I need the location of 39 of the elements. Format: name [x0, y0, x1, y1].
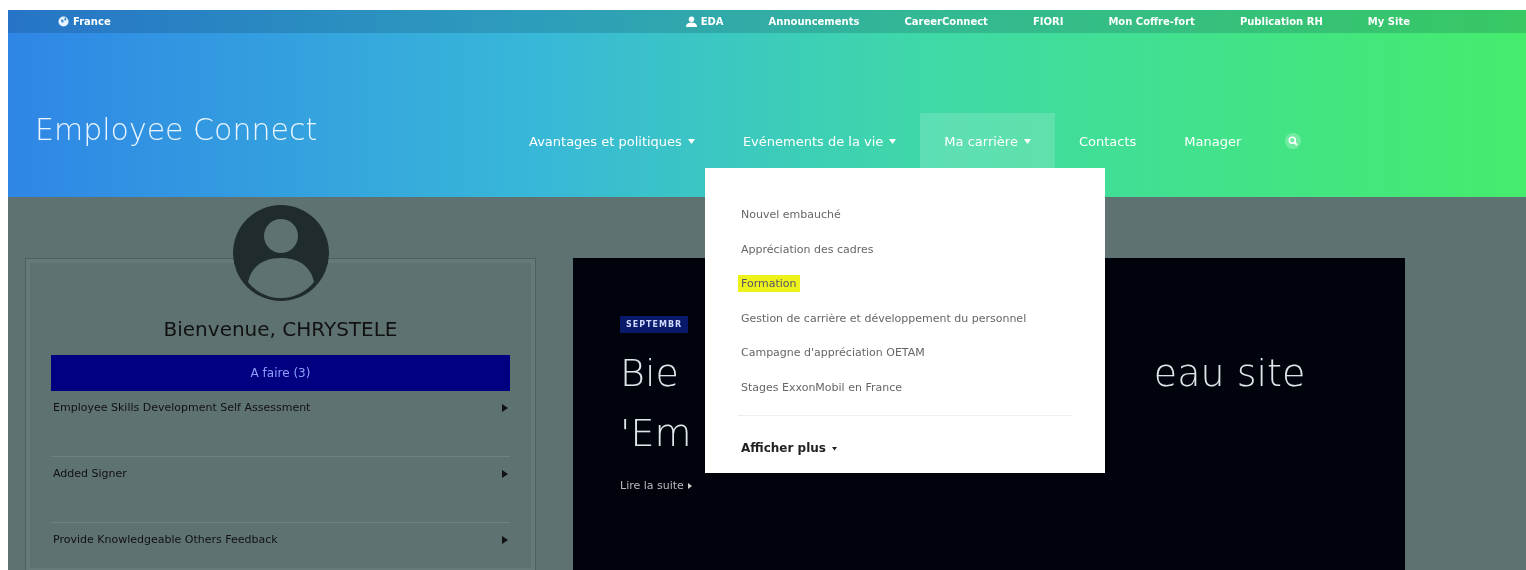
- top-link[interactable]: FIORI: [1032, 16, 1064, 27]
- top-link[interactable]: My Site: [1367, 16, 1410, 27]
- top-link[interactable]: CareerConnect: [904, 16, 988, 27]
- menu-item[interactable]: Campagne d'appréciation OETAM: [738, 344, 928, 361]
- caret-icon: [831, 445, 837, 451]
- menu-item[interactable]: Stages ExxonMobil en France: [738, 378, 905, 396]
- welcome-heading: Bienvenue, CHRYSTELE: [162, 317, 399, 341]
- task-link[interactable]: Employee Skills Development Self Assessment: [53, 401, 311, 414]
- chevron-icon: [502, 403, 508, 412]
- nav-item[interactable]: Evénements de la vie: [718, 113, 921, 197]
- todo-header[interactable]: A faire (3): [51, 355, 510, 391]
- top-link[interactable]: Publication RH: [1239, 16, 1323, 27]
- hero-title-fragment: 'Em: [620, 411, 692, 455]
- nav-item[interactable]: Avantages et politiques: [505, 113, 719, 197]
- hero-title-fragment: eau site: [1153, 351, 1306, 395]
- top-link[interactable]: Mon Coffre-fort: [1108, 16, 1195, 27]
- caret-icon: [687, 138, 695, 144]
- chevron-icon: [687, 482, 692, 489]
- user-link[interactable]: EDA: [685, 16, 724, 27]
- task-link[interactable]: Added Signer: [53, 467, 127, 480]
- hero-title-fragment: Bie: [620, 351, 679, 395]
- menu-item[interactable]: Gestion de carrière et développement du personnel: [738, 309, 1030, 327]
- user-icon: [685, 16, 697, 27]
- read-more-link[interactable]: Lire la suite: [620, 479, 692, 492]
- site-title[interactable]: Employee Connect: [8, 112, 505, 197]
- chevron-icon: [502, 469, 508, 478]
- menu-item[interactable]: Nouvel embauché: [738, 206, 844, 223]
- show-more-link[interactable]: Afficher plus: [738, 441, 837, 455]
- caret-icon: [1023, 138, 1031, 144]
- chevron-icon: [502, 535, 508, 544]
- top-link[interactable]: Announcements: [768, 16, 860, 27]
- date-tag: SEPTEMBR: [620, 316, 689, 333]
- task-link[interactable]: Provide Knowledgeable Others Feedback: [53, 533, 278, 546]
- caret-icon: [889, 138, 897, 144]
- menu-item[interactable]: Appréciation des cadres: [738, 240, 877, 258]
- globe-icon: [58, 16, 69, 27]
- menu-item[interactable]: Formation: [738, 275, 800, 292]
- region-link[interactable]: France: [58, 16, 111, 27]
- search-icon: [1285, 133, 1302, 149]
